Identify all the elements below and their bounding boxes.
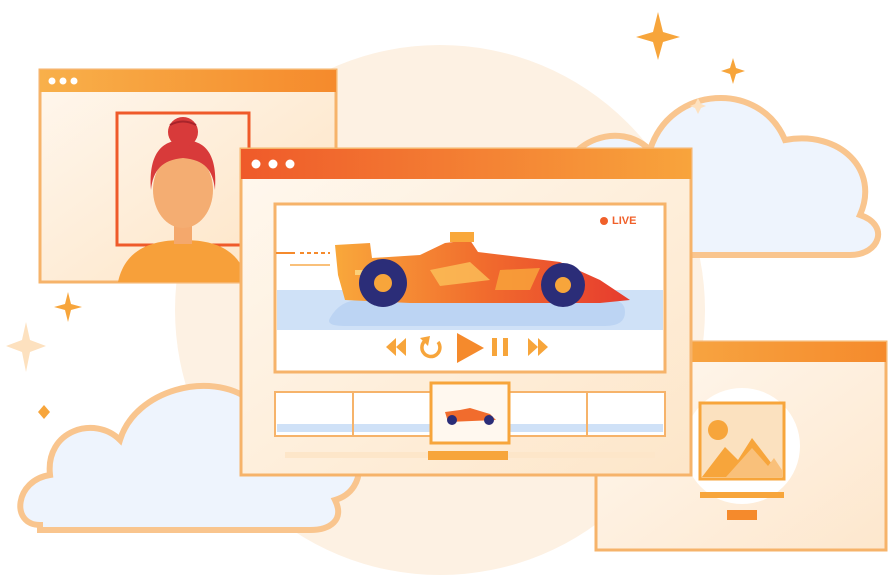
- timeline-selected-thumbnail[interactable]: [429, 381, 511, 445]
- window-dot[interactable]: [268, 159, 278, 169]
- live-badge: LIVE: [600, 215, 636, 227]
- live-indicator-dot: [600, 217, 608, 225]
- window-dot[interactable]: [251, 159, 261, 169]
- window-dot[interactable]: [285, 159, 295, 169]
- video-player-window: [239, 147, 693, 477]
- live-label: LIVE: [612, 215, 637, 227]
- progress-thumb[interactable]: [428, 451, 508, 460]
